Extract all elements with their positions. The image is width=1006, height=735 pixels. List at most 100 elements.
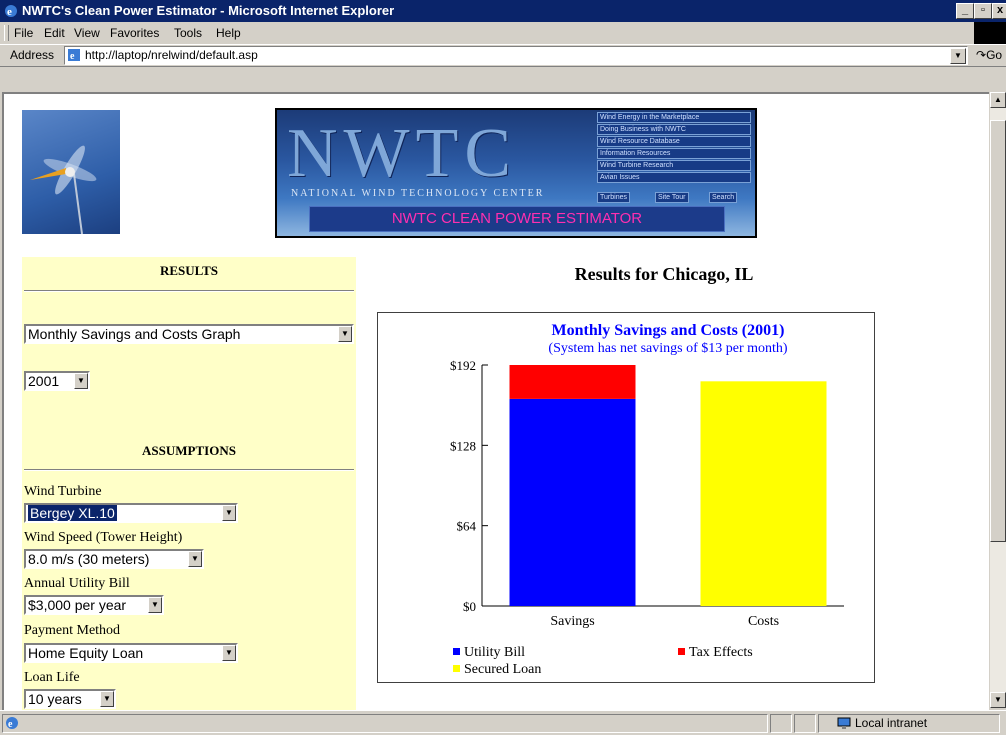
- y-tick-label: $64: [457, 519, 477, 534]
- menu-edit[interactable]: Edit: [44, 26, 65, 40]
- chart-labels: Savings Costs: [550, 614, 779, 629]
- loan-life-label: Loan Life: [24, 670, 80, 685]
- minimize-button[interactable]: _: [956, 3, 974, 19]
- svg-text:e: e: [70, 51, 75, 62]
- bar-segment: [509, 365, 636, 399]
- results-title: Results for Chicago, IL: [574, 264, 754, 284]
- year-select[interactable]: 2001 ▼: [24, 371, 90, 391]
- scroll-thumb[interactable]: [990, 120, 1006, 542]
- report-type-select[interactable]: Monthly Savings and Costs Graph ▼: [24, 324, 354, 344]
- clean-power-estimator-heading: NWTC CLEAN POWER ESTIMATOR: [309, 206, 725, 232]
- y-tick-label: $192: [450, 358, 476, 373]
- wind-speed-label: Wind Speed (Tower Height): [24, 530, 183, 545]
- zone-label: Local intranet: [855, 716, 928, 730]
- address-url: http://laptop/nrelwind/default.asp: [85, 48, 258, 62]
- results-divider: [24, 290, 354, 292]
- y-tick-label: $128: [450, 438, 476, 453]
- banner-link-marketplace[interactable]: Wind Energy in the Marketplace: [597, 112, 751, 123]
- ie-page-icon: e: [6, 717, 18, 730]
- chevron-down-icon[interactable]: ▼: [148, 597, 162, 613]
- chevron-down-icon[interactable]: ▼: [188, 551, 202, 567]
- nwtc-banner-subtitle: NATIONAL WIND TECHNOLOGY CENTER: [291, 188, 545, 199]
- window-titlebar[interactable]: e NWTC's Clean Power Estimator - Microso…: [0, 0, 1006, 22]
- x-category-label: Savings: [550, 614, 594, 629]
- banner-small-links: Turbines Site Tour Search: [597, 192, 751, 203]
- chevron-down-icon[interactable]: ▼: [222, 645, 236, 661]
- chevron-down-icon[interactable]: ▼: [74, 373, 88, 389]
- banner-link-turbines[interactable]: Turbines: [597, 192, 630, 203]
- chevron-down-icon[interactable]: ▼: [338, 326, 352, 342]
- scroll-up-icon[interactable]: ▲: [990, 92, 1006, 108]
- wind-turbine-select[interactable]: Bergey XL.10 ▼: [24, 503, 238, 523]
- svg-text:e: e: [7, 6, 12, 18]
- legend-swatch: [453, 648, 460, 655]
- banner-link-business[interactable]: Doing Business with NWTC: [597, 124, 751, 135]
- menu-view[interactable]: View: [74, 26, 100, 40]
- status-cell-2: [794, 714, 816, 733]
- wind-speed-value: 8.0 m/s (30 meters): [28, 551, 150, 567]
- utility-bill-select[interactable]: $3,000 per year ▼: [24, 595, 164, 615]
- loan-life-select[interactable]: 10 years ▼: [24, 689, 116, 709]
- go-label: Go: [986, 48, 1003, 62]
- legend-swatch: [678, 648, 685, 655]
- status-main: e: [2, 714, 768, 733]
- savings-chart: Monthly Savings and Costs (2001) (System…: [377, 312, 875, 683]
- vertical-scrollbar[interactable]: ▲ ▼: [990, 92, 1006, 708]
- menubar-grip[interactable]: [4, 25, 9, 41]
- address-dropdown-icon[interactable]: ▼: [950, 48, 966, 64]
- legend-label: Tax Effects: [689, 645, 753, 660]
- nwtc-banner-logo: NWTC: [287, 115, 518, 192]
- chevron-down-icon[interactable]: ▼: [222, 505, 236, 521]
- chart-bars: [509, 365, 827, 606]
- banner-menu: Wind Energy in the Marketplace Doing Bus…: [597, 112, 751, 184]
- go-button[interactable]: ↷Go: [976, 48, 1002, 62]
- banner-link-search[interactable]: Search: [709, 192, 738, 203]
- ie-icon: e: [5, 5, 17, 18]
- utility-bill-value: $3,000 per year: [28, 597, 127, 613]
- report-type-value: Monthly Savings and Costs Graph: [28, 326, 241, 342]
- assumptions-heading: ASSUMPTIONS: [142, 443, 236, 458]
- payment-method-select[interactable]: Home Equity Loan ▼: [24, 643, 238, 663]
- chart-svg: Monthly Savings and Costs (2001) (System…: [450, 322, 844, 677]
- menu-help[interactable]: Help: [216, 26, 241, 40]
- bar-segment: [700, 381, 827, 606]
- address-bar: Address e http://laptop/nrelwind/default…: [0, 44, 1006, 67]
- chart-legend: Utility Bill Tax Effects Secured Loan: [453, 645, 753, 677]
- menu-tools[interactable]: Tools: [174, 26, 202, 40]
- wind-speed-select[interactable]: 8.0 m/s (30 meters) ▼: [24, 549, 204, 569]
- scroll-down-icon[interactable]: ▼: [990, 692, 1006, 708]
- address-input[interactable]: e http://laptop/nrelwind/default.asp ▼: [64, 46, 968, 65]
- turbine-graphic: [30, 145, 97, 235]
- windows-logo: [974, 22, 1006, 44]
- status-bar: e Local intranet: [0, 710, 1006, 735]
- address-label: Address: [10, 48, 55, 62]
- wind-turbine-logo: [22, 110, 120, 235]
- legend-label: Secured Loan: [464, 662, 541, 677]
- window-title: NWTC's Clean Power Estimator - Microsoft…: [22, 3, 395, 18]
- banner-link-avian[interactable]: Avian Issues: [597, 172, 751, 183]
- banner-link-research[interactable]: Wind Turbine Research: [597, 160, 751, 171]
- legend-swatch: [453, 665, 460, 672]
- status-zone: Local intranet: [818, 714, 1000, 733]
- y-tick-label: $0: [463, 599, 476, 614]
- close-button[interactable]: x: [992, 3, 1006, 19]
- nwtc-banner: NWTC NATIONAL WIND TECHNOLOGY CENTER Win…: [275, 108, 757, 238]
- assumptions-divider: [24, 469, 354, 471]
- bar-segment: [509, 398, 636, 606]
- restore-button[interactable]: ▫: [974, 3, 992, 19]
- menu-file[interactable]: File: [14, 26, 33, 40]
- loan-life-value: 10 years: [28, 691, 82, 707]
- page-icon: e: [68, 49, 80, 62]
- x-category-label: Costs: [748, 614, 779, 629]
- year-value: 2001: [28, 373, 60, 389]
- chevron-down-icon[interactable]: ▼: [100, 691, 114, 707]
- banner-link-site-tour[interactable]: Site Tour: [655, 192, 689, 203]
- banner-link-information[interactable]: Information Resources: [597, 148, 751, 159]
- payment-method-value: Home Equity Loan: [28, 645, 144, 661]
- results-heading: RESULTS: [159, 263, 219, 278]
- menu-favorites[interactable]: Favorites: [110, 26, 159, 40]
- intranet-icon: [837, 717, 851, 729]
- chart-subtitle: (System has net savings of $13 per month…: [548, 341, 787, 356]
- options-panel: RESULTS Monthly Savings and Costs Graph …: [22, 257, 356, 710]
- banner-link-wind-resource[interactable]: Wind Resource Database: [597, 136, 751, 147]
